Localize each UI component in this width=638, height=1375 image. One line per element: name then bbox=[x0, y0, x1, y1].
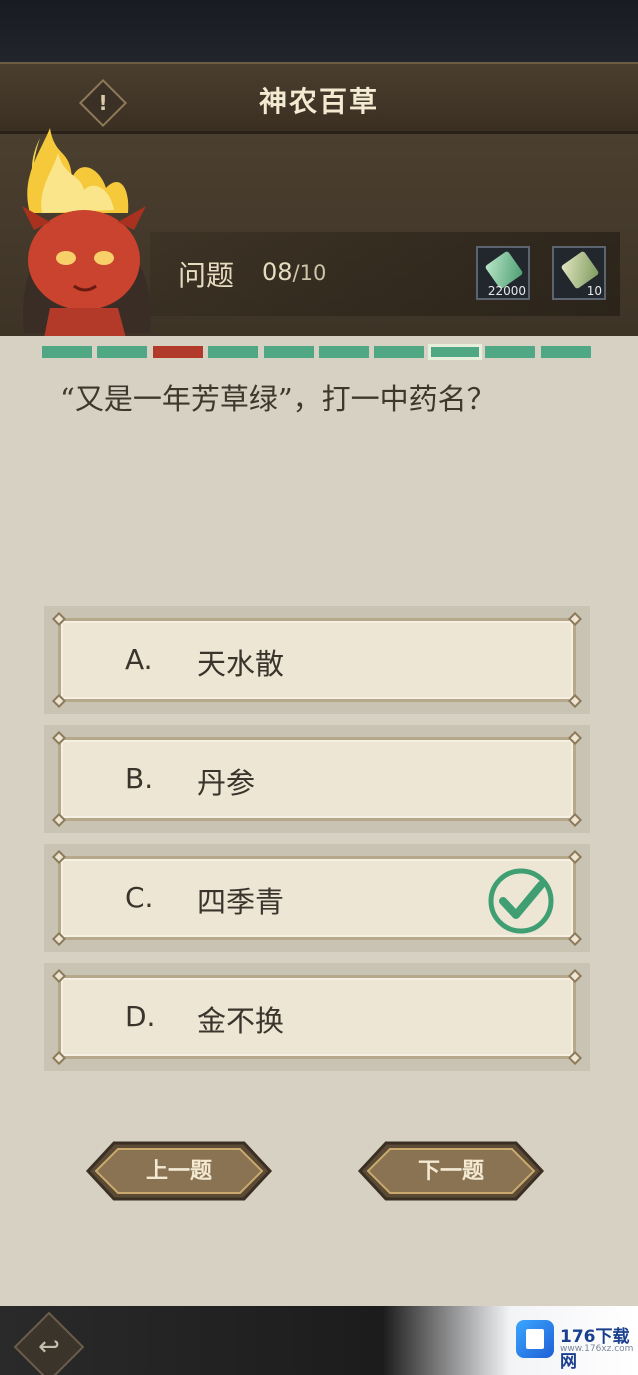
progress-segment-correct bbox=[540, 346, 591, 358]
option-c[interactable]: C. 四季青 bbox=[44, 844, 590, 952]
option-card[interactable]: D. 金不换 bbox=[51, 968, 583, 1066]
progress-segment-current bbox=[427, 344, 482, 360]
option-text: 金不换 bbox=[197, 1004, 285, 1038]
corner-ornament bbox=[51, 812, 67, 828]
resource-count: 22000 bbox=[487, 284, 526, 298]
corner-ornament bbox=[567, 931, 583, 947]
option-card[interactable]: A. 天水散 bbox=[51, 611, 583, 709]
corner-ornament bbox=[567, 730, 583, 746]
watermark: 176下载网 www.176xz.com bbox=[512, 1310, 634, 1372]
option-text: 天水散 bbox=[197, 647, 285, 681]
option-card[interactable]: C. 四季青 bbox=[51, 849, 583, 947]
prev-question-button[interactable]: 上一题 bbox=[84, 1140, 274, 1202]
progress-segment-correct bbox=[263, 346, 314, 358]
resource-jade-ticket[interactable]: 22000 bbox=[476, 246, 530, 300]
option-letter: C. bbox=[125, 881, 154, 914]
corner-ornament bbox=[567, 812, 583, 828]
progress-segment-correct bbox=[485, 346, 536, 358]
corner-ornament bbox=[567, 693, 583, 709]
prev-question-label: 上一题 bbox=[145, 1158, 212, 1184]
corner-ornament bbox=[51, 849, 67, 865]
corner-ornament bbox=[567, 968, 583, 984]
corner-ornament bbox=[51, 968, 67, 984]
question-current: 08 bbox=[262, 258, 293, 286]
option-b[interactable]: B. 丹参 bbox=[44, 725, 590, 833]
corner-ornament bbox=[567, 849, 583, 865]
corner-ornament bbox=[51, 1050, 67, 1066]
question-total: /10 bbox=[292, 261, 327, 285]
next-question-label: 下一题 bbox=[417, 1158, 484, 1184]
question-text: “又是一年芳草绿”，打一中药名？ bbox=[60, 382, 496, 416]
corner-ornament bbox=[51, 931, 67, 947]
option-text: 四季青 bbox=[197, 885, 285, 919]
option-letter: D. bbox=[125, 1000, 156, 1033]
watermark-logo-icon bbox=[516, 1320, 554, 1358]
back-arrow-icon: ↩ bbox=[38, 1332, 60, 1362]
option-letter: B. bbox=[125, 762, 154, 795]
corner-ornament bbox=[567, 1050, 583, 1066]
corner-ornament bbox=[51, 730, 67, 746]
option-card[interactable]: B. 丹参 bbox=[51, 730, 583, 828]
option-letter: A. bbox=[125, 643, 153, 676]
progress-segment-correct bbox=[208, 346, 259, 358]
question-counter: 08/10 bbox=[262, 258, 326, 286]
progress-segment-wrong bbox=[152, 346, 203, 358]
progress-segment-correct bbox=[97, 346, 148, 358]
progress-segment-correct bbox=[374, 346, 425, 358]
correct-check-icon bbox=[488, 868, 554, 934]
option-d[interactable]: D. 金不换 bbox=[44, 963, 590, 1071]
info-icon: ! bbox=[98, 91, 108, 115]
resource-scroll-ticket[interactable]: 10 bbox=[552, 246, 606, 300]
next-question-button[interactable]: 下一题 bbox=[356, 1140, 546, 1202]
corner-ornament bbox=[51, 611, 67, 627]
progress-segment-correct bbox=[42, 346, 92, 358]
progress-segment-correct bbox=[319, 346, 369, 358]
option-text: 丹参 bbox=[197, 766, 256, 800]
resource-count: 10 bbox=[586, 284, 602, 298]
fire-demon-mascot-icon bbox=[22, 128, 151, 338]
question-label: 问题 bbox=[178, 259, 235, 292]
option-a[interactable]: A. 天水散 bbox=[44, 606, 590, 714]
corner-ornament bbox=[567, 611, 583, 627]
watermark-url: www.176xz.com bbox=[560, 1344, 634, 1354]
corner-ornament bbox=[51, 693, 67, 709]
